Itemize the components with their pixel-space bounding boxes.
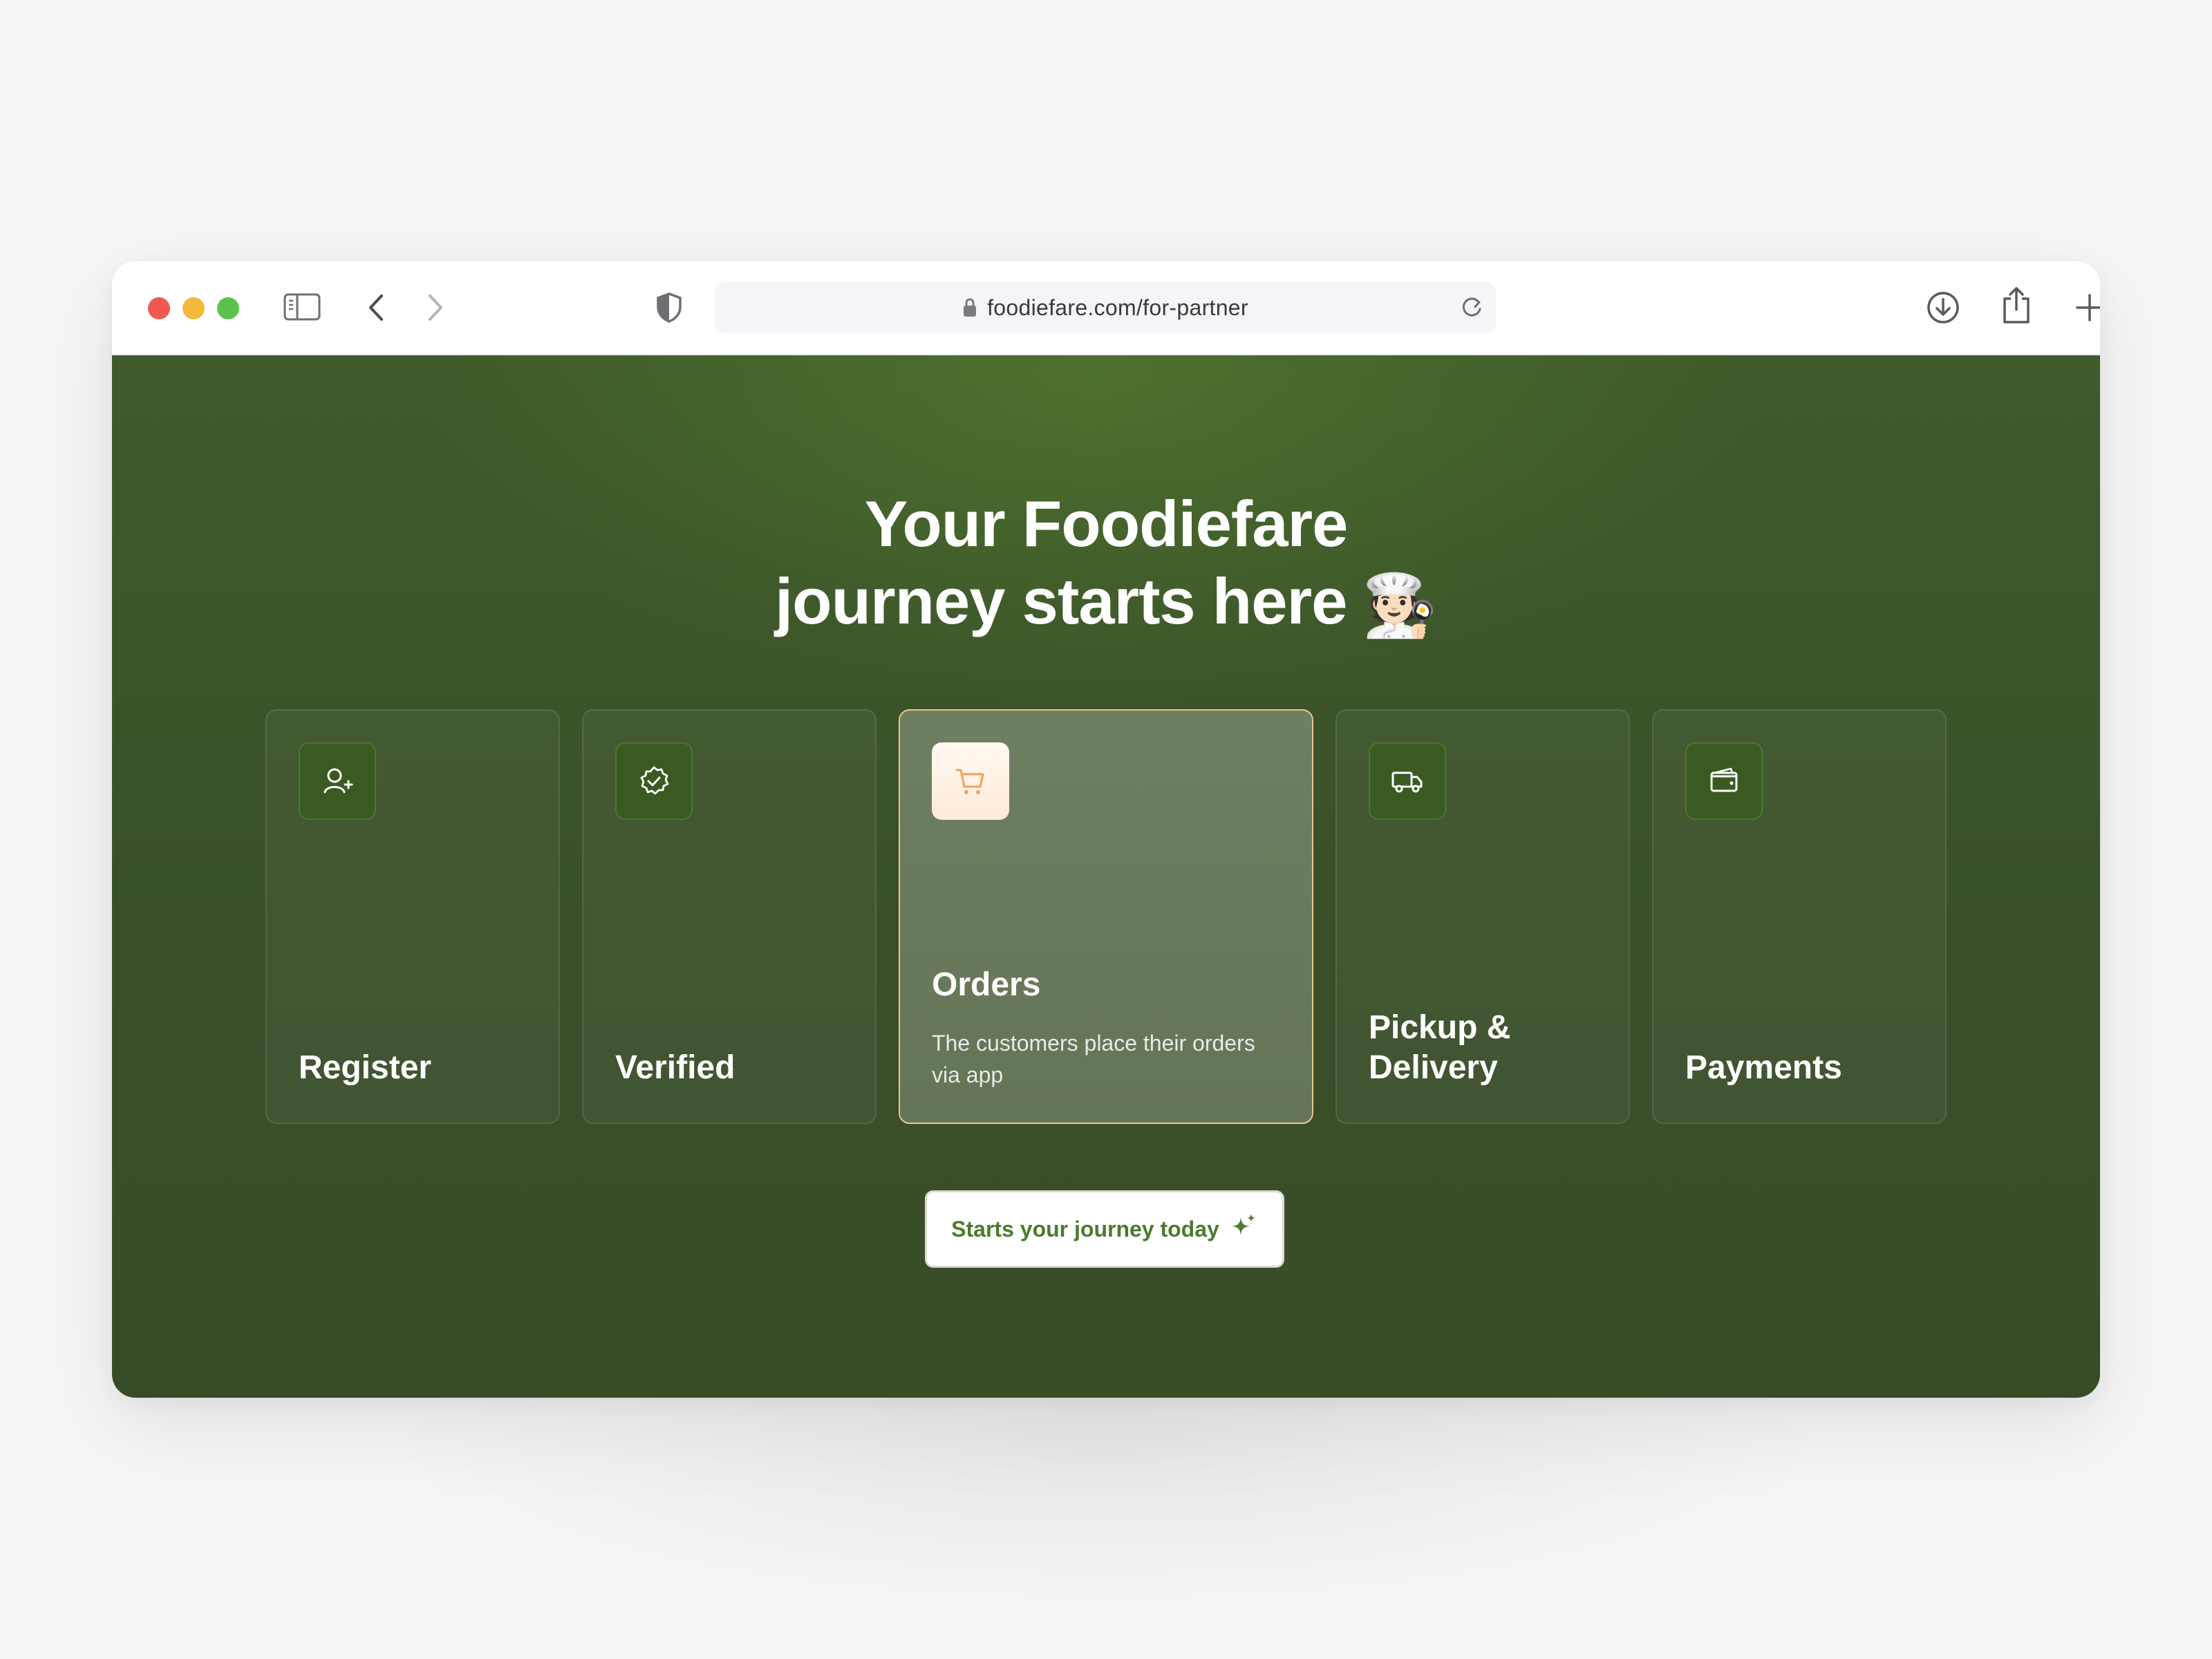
browser-window: foodiefare.com/for-partner Your Foodiefa… bbox=[112, 261, 2100, 1398]
step-label: Register bbox=[299, 1049, 432, 1086]
url-text: foodiefare.com/for-partner bbox=[987, 294, 1248, 320]
partner-hero-section: Your Foodiefare journey starts here 🧑🏻‍🍳 … bbox=[112, 355, 2100, 1398]
step-card-verified[interactable]: Verified bbox=[582, 709, 877, 1124]
browser-toolbar: foodiefare.com/for-partner bbox=[112, 261, 2100, 355]
step-card-register[interactable]: Register bbox=[265, 709, 560, 1124]
verified-badge-icon bbox=[615, 742, 693, 820]
user-plus-icon bbox=[299, 742, 376, 820]
minimize-window-button[interactable] bbox=[182, 297, 205, 319]
page-background: foodiefare.com/for-partner Your Foodiefa… bbox=[0, 0, 2212, 1659]
hero-title: Your Foodiefare journey starts here 🧑🏻‍🍳 bbox=[112, 485, 2100, 644]
cta-label: Starts your journey today bbox=[951, 1216, 1219, 1241]
back-icon[interactable] bbox=[366, 293, 387, 322]
step-label: Pickup & Delivery bbox=[1369, 1009, 1511, 1086]
wallet-icon bbox=[1685, 742, 1763, 820]
zoom-window-button[interactable] bbox=[217, 297, 239, 319]
hero-title-line-2: journey starts here bbox=[775, 565, 1347, 637]
new-tab-icon[interactable] bbox=[2075, 293, 2100, 322]
step-card-payments[interactable]: Payments bbox=[1652, 709, 1947, 1124]
reload-icon[interactable] bbox=[1459, 294, 1485, 324]
address-bar[interactable]: foodiefare.com/for-partner bbox=[715, 282, 1496, 333]
chef-emoji: 🧑🏻‍🍳 bbox=[1362, 571, 1438, 639]
step-description: The customers place their orders via app bbox=[932, 1031, 1255, 1087]
step-label: Verified bbox=[615, 1049, 735, 1086]
download-icon[interactable] bbox=[1926, 290, 1960, 325]
step-card-pickup-delivery[interactable]: Pickup & Delivery bbox=[1335, 709, 1630, 1124]
cart-icon bbox=[932, 742, 1009, 820]
forward-icon[interactable] bbox=[424, 293, 445, 322]
close-window-button[interactable] bbox=[148, 297, 170, 319]
sparkle-icon bbox=[1229, 1212, 1258, 1246]
truck-icon bbox=[1369, 742, 1446, 820]
step-label: Payments bbox=[1685, 1049, 1842, 1086]
lock-icon bbox=[962, 297, 977, 318]
step-card-orders[interactable]: Orders The customers place their orders … bbox=[899, 709, 1313, 1124]
sidebar-icon[interactable] bbox=[283, 292, 321, 322]
step-label: Orders bbox=[932, 966, 1041, 1003]
hero-title-line-1: Your Foodiefare bbox=[864, 487, 1349, 560]
start-journey-button[interactable]: Starts your journey today bbox=[925, 1190, 1284, 1268]
share-icon[interactable] bbox=[2002, 286, 2031, 325]
shield-icon[interactable] bbox=[655, 292, 683, 324]
